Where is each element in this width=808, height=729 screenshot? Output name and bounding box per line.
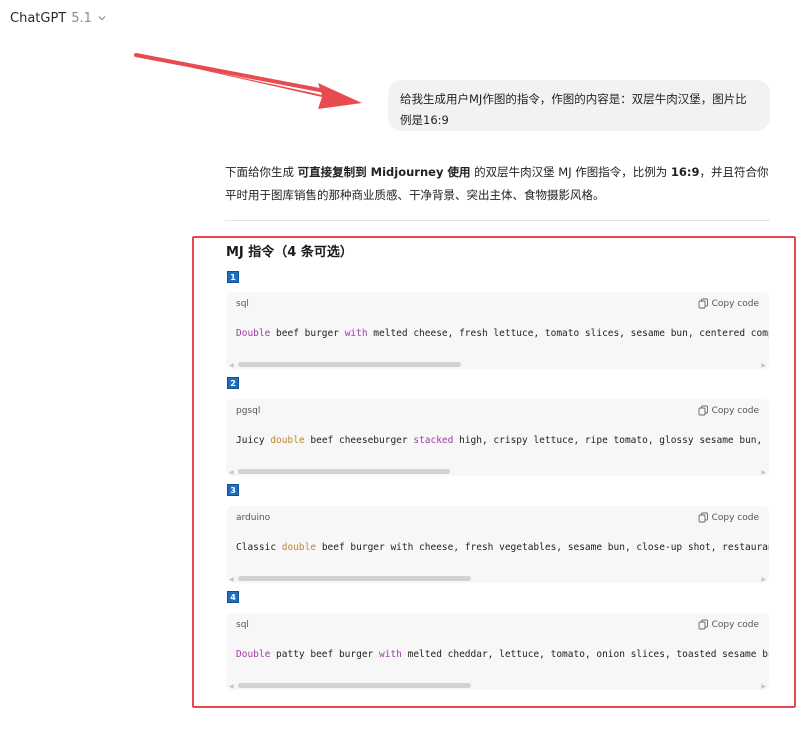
horizontal-scrollbar[interactable]: ◀ ▶ [226, 681, 769, 690]
code-language-label: arduino [236, 513, 271, 523]
copy-code-label: Copy code [711, 405, 759, 416]
model-name: ChatGPT [10, 10, 67, 26]
number-badge: 3 [227, 484, 239, 496]
code-line: Juicy double beef cheeseburger stacked h… [236, 435, 769, 446]
copy-icon [698, 619, 708, 630]
intro-emphasis: 可直接复制到 Midjourney 使用 [297, 165, 471, 179]
scroll-right-arrow-icon[interactable]: ▶ [761, 362, 766, 369]
scroll-left-arrow-icon[interactable]: ◀ [229, 683, 234, 690]
code-block: sql Copy code Double beef burger with me… [226, 292, 769, 369]
number-badge: 4 [227, 591, 239, 603]
user-message-bubble: 给我生成用户MJ作图的指令，作图的内容是：双层牛肉汉堡，图片比例是16:9 [388, 80, 770, 131]
copy-code-label: Copy code [711, 619, 759, 630]
code-language-label: sql [236, 620, 249, 630]
scroll-left-arrow-icon[interactable]: ◀ [229, 576, 234, 583]
intro-text: 的双层牛肉汉堡 MJ 作图指令，比例为 [470, 165, 671, 179]
scroll-left-arrow-icon[interactable]: ◀ [229, 362, 234, 369]
code-block: arduino Copy code Classic double beef bu… [226, 506, 769, 583]
model-version: 5.1 [71, 10, 92, 26]
code-token: double [281, 542, 317, 553]
number-badge: 1 [227, 271, 239, 283]
code-token: melted cheddar, lettuce, tomato, onion s… [401, 649, 769, 660]
scrollbar-thumb[interactable] [238, 469, 450, 474]
code-token: patty beef burger [270, 649, 379, 660]
code-token: Double [236, 649, 271, 660]
assistant-intro: 下面给你生成 可直接复制到 Midjourney 使用 的双层牛肉汉堡 MJ 作… [225, 161, 773, 207]
copy-code-label: Copy code [711, 512, 759, 523]
copy-code-button[interactable]: Copy code [698, 619, 759, 630]
copy-code-button[interactable]: Copy code [698, 512, 759, 523]
scrollbar-thumb[interactable] [238, 576, 471, 581]
copy-icon [698, 512, 708, 523]
code-token: Juicy [236, 435, 271, 446]
code-token: with [379, 649, 402, 660]
scrollbar-thumb[interactable] [238, 683, 471, 688]
copy-code-button[interactable]: Copy code [698, 405, 759, 416]
divider [225, 220, 770, 221]
copy-icon [698, 405, 708, 416]
code-token: Double [236, 328, 271, 339]
code-language-label: pgsql [236, 406, 261, 416]
horizontal-scrollbar[interactable]: ◀ ▶ [226, 467, 769, 476]
number-badge: 2 [227, 377, 239, 389]
code-token: beef burger with cheese, fresh vegetable… [316, 542, 769, 553]
code-token: high, crispy lettuce, ripe tomato, gloss… [453, 435, 769, 446]
horizontal-scrollbar[interactable]: ◀ ▶ [226, 574, 769, 583]
code-line: Double patty beef burger with melted che… [236, 649, 769, 660]
section-title: MJ 指令（4 条可选） [226, 245, 353, 260]
model-selector[interactable]: ChatGPT 5.1 [10, 9, 107, 27]
code-token: stacked [413, 435, 454, 446]
code-token: melted cheese, fresh lettuce, tomato sli… [367, 328, 769, 339]
chevron-down-icon [98, 16, 106, 21]
code-block: sql Copy code Double patty beef burger w… [226, 613, 769, 690]
copy-code-label: Copy code [711, 298, 759, 309]
code-line: Double beef burger with melted cheese, f… [236, 328, 769, 339]
scroll-left-arrow-icon[interactable]: ◀ [229, 469, 234, 476]
horizontal-scrollbar[interactable]: ◀ ▶ [226, 360, 769, 369]
code-line: Classic double beef burger with cheese, … [236, 542, 769, 553]
copy-code-button[interactable]: Copy code [698, 298, 759, 309]
scrollbar-thumb[interactable] [238, 362, 461, 367]
code-token: beef burger [270, 328, 345, 339]
code-token: Classic [236, 542, 282, 553]
code-token: beef cheeseburger [304, 435, 414, 446]
code-block: pgsql Copy code Juicy double beef cheese… [226, 399, 769, 476]
scroll-right-arrow-icon[interactable]: ▶ [761, 469, 766, 476]
code-token: with [344, 328, 368, 339]
scroll-right-arrow-icon[interactable]: ▶ [761, 683, 766, 690]
code-token: double [270, 435, 305, 446]
code-language-label: sql [236, 299, 249, 309]
scroll-right-arrow-icon[interactable]: ▶ [761, 576, 766, 583]
intro-text: 下面给你生成 [225, 165, 298, 179]
copy-icon [698, 298, 708, 309]
intro-ratio: 16:9 [670, 165, 700, 179]
